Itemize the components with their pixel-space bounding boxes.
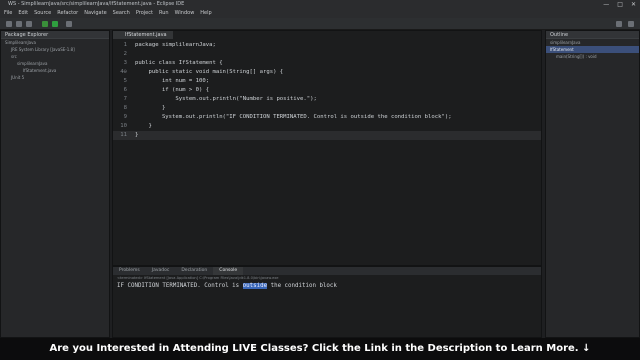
editor-tab[interactable]: IfStatement.java bbox=[113, 31, 173, 39]
code-line: 4⊖ public static void main(String[] args… bbox=[120, 69, 284, 75]
java-perspective-icon[interactable] bbox=[628, 21, 634, 27]
outline-package[interactable]: simplilearnJava bbox=[546, 39, 639, 46]
menu-bar: File Edit Source Refactor Navigate Searc… bbox=[0, 9, 640, 18]
selected-text: outside bbox=[242, 283, 268, 289]
down-arrow-icon: ↓ bbox=[582, 343, 591, 354]
code-line: 5 int num = 100; bbox=[123, 78, 210, 84]
close-icon[interactable]: ✕ bbox=[631, 0, 636, 9]
code-line: 3 public class IfStatement { bbox=[123, 60, 223, 66]
console-panel: Problems Javadoc Declaration Console <te… bbox=[112, 266, 542, 338]
tree-item-project[interactable]: SimplilearnJava bbox=[1, 39, 109, 46]
code-line-current: 11} bbox=[113, 131, 541, 140]
code-line: 6 if (num > 0) { bbox=[123, 87, 210, 93]
tab-javadoc[interactable]: Javadoc bbox=[146, 267, 176, 275]
package-explorer-tab[interactable]: Package Explorer bbox=[1, 31, 109, 39]
menu-refactor[interactable]: Refactor bbox=[57, 9, 78, 18]
tree-item-junit[interactable]: JUnit 5 bbox=[1, 74, 109, 81]
code-editor[interactable]: IfStatement.java 1 package simplilearnJav… bbox=[112, 30, 542, 266]
tree-item-src[interactable]: src bbox=[1, 53, 109, 60]
code-line: 2 bbox=[123, 51, 127, 57]
tree-item-package[interactable]: simplilearnJava bbox=[1, 60, 109, 67]
code-area[interactable]: 1 package simplilearnJava; 2 3 public clas… bbox=[113, 41, 541, 140]
menu-navigate[interactable]: Navigate bbox=[84, 9, 106, 18]
promo-text: Are you Interested in Attending LIVE Cla… bbox=[49, 343, 579, 354]
minimize-icon[interactable]: — bbox=[603, 0, 609, 9]
save-icon[interactable] bbox=[16, 21, 22, 27]
menu-file[interactable]: File bbox=[4, 9, 12, 18]
code-line: 9 System.out.println("IF CONDITION TERMI… bbox=[123, 114, 452, 120]
print-icon[interactable] bbox=[26, 21, 32, 27]
search-icon[interactable] bbox=[66, 21, 72, 27]
code-line: 10 } bbox=[120, 123, 152, 129]
menu-window[interactable]: Window bbox=[175, 9, 195, 18]
menu-project[interactable]: Project bbox=[136, 9, 153, 18]
console-info: <terminated> IfStatement [Java Applicati… bbox=[117, 276, 279, 280]
menu-edit[interactable]: Edit bbox=[18, 9, 28, 18]
tree-item-jre[interactable]: JRE System Library [JavaSE-1.8] bbox=[1, 46, 109, 53]
menu-run[interactable]: Run bbox=[159, 9, 169, 18]
outline-tab[interactable]: Outline bbox=[546, 31, 639, 39]
window-title: WS - SimplilearnJava/src/simplilearnJava… bbox=[8, 1, 185, 7]
code-line: 1 package simplilearnJava; bbox=[123, 42, 216, 48]
menu-help[interactable]: Help bbox=[200, 9, 211, 18]
run-icon[interactable] bbox=[52, 21, 58, 27]
tab-declaration[interactable]: Declaration bbox=[175, 267, 213, 275]
new-icon[interactable] bbox=[6, 21, 12, 27]
window-controls: — □ ✕ bbox=[603, 0, 636, 9]
tab-console[interactable]: Console bbox=[213, 267, 244, 275]
tab-problems[interactable]: Problems bbox=[113, 267, 146, 275]
package-explorer: Package Explorer SimplilearnJava JRE Sys… bbox=[0, 30, 110, 338]
tree-item-file[interactable]: IfStatement.java bbox=[1, 67, 109, 74]
outline-method[interactable]: main(String[]) : void bbox=[546, 53, 639, 60]
console-output[interactable]: IF CONDITION TERMINATED. Control is outs… bbox=[113, 282, 541, 291]
toolbar bbox=[0, 18, 640, 30]
outline-class[interactable]: IfStatement bbox=[546, 46, 639, 53]
outline-panel: Outline simplilearnJava IfStatement main… bbox=[545, 30, 640, 338]
debug-icon[interactable] bbox=[42, 21, 48, 27]
console-tabs: Problems Javadoc Declaration Console bbox=[113, 267, 541, 275]
code-line: 7 System.out.println("Number is positive… bbox=[123, 96, 317, 102]
perspective-icon[interactable] bbox=[616, 21, 622, 27]
menu-search[interactable]: Search bbox=[113, 9, 130, 18]
menu-source[interactable]: Source bbox=[34, 9, 51, 18]
code-line: 8 } bbox=[123, 105, 166, 111]
promo-banner[interactable]: Are you Interested in Attending LIVE Cla… bbox=[0, 338, 640, 360]
window-titlebar: WS - SimplilearnJava/src/simplilearnJava… bbox=[0, 0, 640, 9]
maximize-icon[interactable]: □ bbox=[617, 0, 623, 9]
